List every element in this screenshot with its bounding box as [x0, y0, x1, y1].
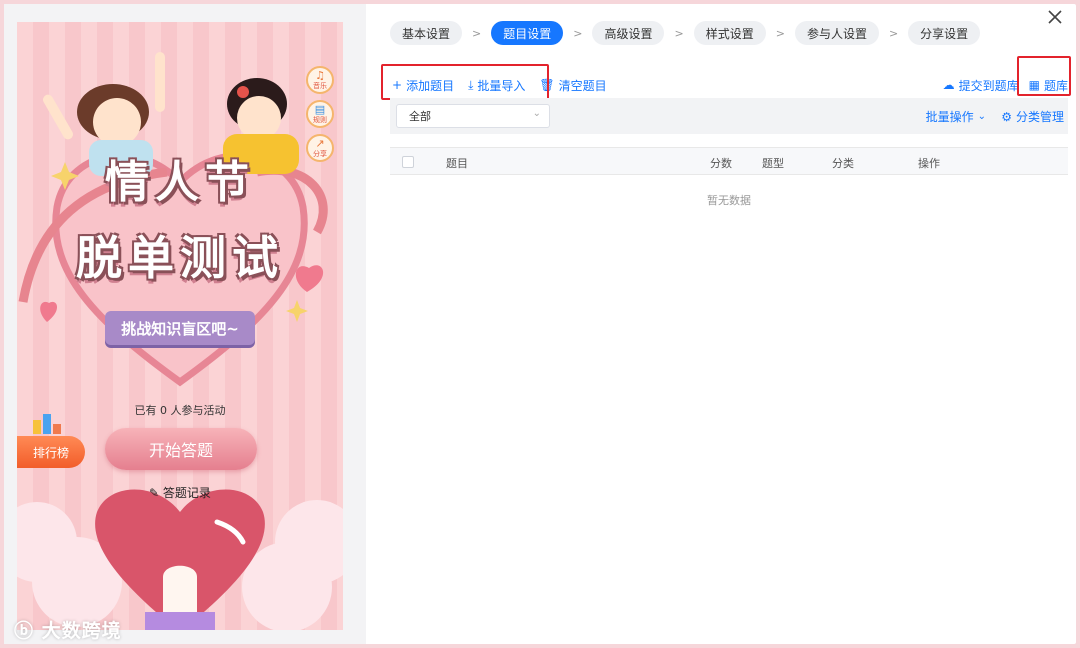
dialog: ♫ 音乐 ▤ 规则 ↗ 分享 情人节 脱单测试 挑战知识盲区吧~ 已有 0 人参与活动…: [4, 4, 1076, 644]
submit-to-bank-button[interactable]: ☁ 提交到题库: [943, 77, 1019, 94]
music-icon[interactable]: ♫ 音乐: [306, 66, 334, 94]
gear-icon: ⚙: [1001, 109, 1012, 124]
poster-title-line1: 情人节: [105, 157, 255, 208]
chevron-right-icon: >: [888, 26, 899, 40]
preview-panel: ♫ 音乐 ▤ 规则 ↗ 分享 情人节 脱单测试 挑战知识盲区吧~ 已有 0 人参与活动…: [4, 4, 366, 644]
answer-records-label: 答题记录: [162, 486, 211, 500]
poster-ribbon: 挑战知识盲区吧~: [105, 311, 255, 345]
tab-basic-settings[interactable]: 基本设置: [390, 21, 463, 45]
tab-share-settings[interactable]: 分享设置: [908, 21, 981, 45]
highlight-box-bank: [1017, 56, 1071, 96]
column-actions: 操作: [918, 157, 940, 170]
rules-icon[interactable]: ▤ 规则: [306, 100, 334, 128]
batch-operations-dropdown[interactable]: 批量操作 ⌄: [926, 108, 986, 125]
step-tabs: 基本设置 > 题目设置 > 高级设置 > 样式设置 > 参与人设置 > 分享设置: [390, 21, 981, 45]
mobile-preview: ♫ 音乐 ▤ 规则 ↗ 分享 情人节 脱单测试 挑战知识盲区吧~ 已有 0 人参与活动…: [17, 22, 343, 630]
chevron-down-icon: ⌄: [532, 108, 541, 119]
tab-style-settings[interactable]: 样式设置: [693, 21, 766, 45]
answer-records-link[interactable]: ✎ 答题记录: [17, 484, 343, 501]
category-select-value: 全部: [409, 110, 431, 123]
category-management-label: 分类管理: [1015, 110, 1064, 124]
tab-question-settings[interactable]: 题目设置: [491, 21, 564, 45]
tab-advanced-settings[interactable]: 高级设置: [592, 21, 665, 45]
column-score: 分数: [710, 157, 732, 170]
watermark-text: 大数跨境: [41, 620, 122, 642]
column-question: 题目: [446, 157, 468, 170]
watermark-icon: ⓑ: [14, 620, 42, 642]
start-quiz-button[interactable]: 开始答题: [105, 428, 257, 470]
watermark-logo: ⓑ 大数跨境: [14, 616, 122, 643]
chevron-right-icon: >: [573, 26, 583, 40]
category-select[interactable]: 全部 ⌄: [396, 104, 550, 128]
music-label: 音乐: [313, 82, 327, 90]
submit-to-bank-label: 提交到题库: [958, 78, 1019, 93]
rules-label: 规则: [313, 116, 327, 124]
poster-title-line2: 脱单测试: [76, 231, 284, 285]
empty-state: 暂无数据: [707, 194, 751, 207]
clear-questions-button[interactable]: 🗑 清空题目: [539, 77, 606, 94]
highlight-box-import: [381, 64, 549, 100]
close-icon[interactable]: [1046, 8, 1064, 26]
participants-count: 已有 0 人参与活动: [134, 404, 226, 417]
cloud-upload-icon: ☁: [942, 78, 955, 92]
tab-participant-settings[interactable]: 参与人设置: [794, 21, 879, 45]
chevron-right-icon: >: [472, 26, 482, 40]
batch-operations-label: 批量操作: [925, 110, 974, 124]
column-category: 分类: [832, 157, 854, 170]
leaderboard-button[interactable]: 排行榜: [17, 436, 85, 468]
column-type: 题型: [762, 157, 784, 170]
chevron-right-icon: >: [775, 26, 785, 40]
select-all-checkbox[interactable]: [402, 156, 414, 168]
category-management-button[interactable]: ⚙ 分类管理: [1001, 108, 1064, 125]
chevron-down-icon: ⌄: [977, 111, 986, 122]
filter-bar: 全部 ⌄ 批量操作 ⌄ ⚙ 分类管理: [390, 98, 1068, 134]
chevron-right-icon: >: [674, 26, 684, 40]
table-header: 题目 分数 题型 分类 操作: [390, 147, 1068, 175]
clear-questions-label: 清空题目: [558, 78, 607, 93]
pencil-icon: ✎: [149, 486, 163, 500]
